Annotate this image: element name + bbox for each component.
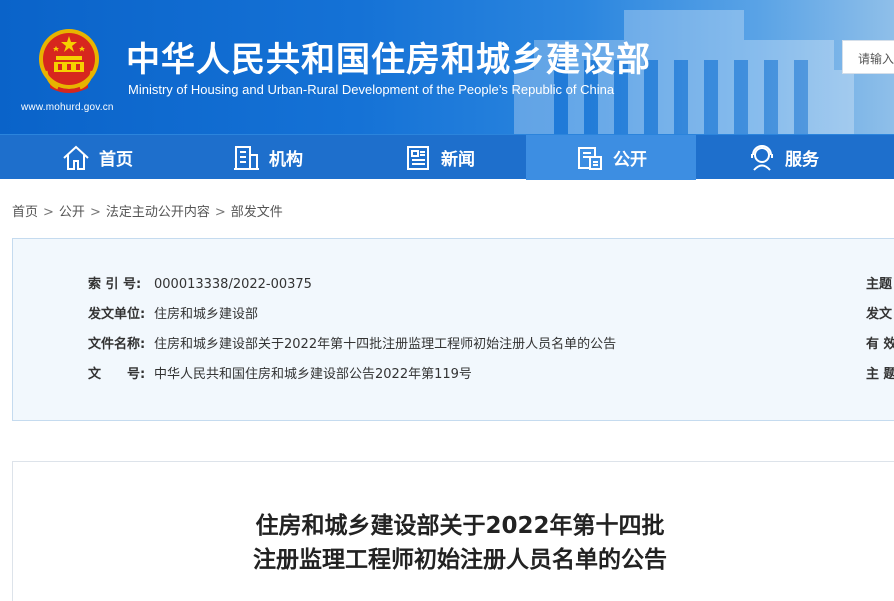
info-row-issuer: 发文单位: 住房和城乡建设部 xyxy=(88,303,258,322)
docname-label: 文件名称: xyxy=(88,337,146,352)
article-container: 住房和城乡建设部关于2022年第十四批 注册监理工程师初始注册人员名单的公告 xyxy=(12,461,894,601)
site-url: www.mohurd.gov.cn xyxy=(21,102,114,113)
document-icon xyxy=(578,146,602,170)
breadcrumb-public[interactable]: 公开 xyxy=(59,205,85,220)
main-nav: 首页 机构 新闻 公开 服务 xyxy=(0,134,894,180)
breadcrumb-home[interactable]: 首页 xyxy=(12,205,38,220)
service-icon xyxy=(751,144,773,171)
nav-label: 新闻 xyxy=(441,150,475,170)
issuer-label: 发文单位: xyxy=(88,307,146,322)
nav-item-news[interactable]: 新闻 xyxy=(354,135,524,180)
search-input[interactable]: 请输入 xyxy=(842,40,894,74)
newspaper-icon xyxy=(407,145,429,170)
info-row-docno: 文 号: 中华人民共和国住房和城乡建设部公告2022年第119号 xyxy=(88,363,472,382)
index-value: 000013338/2022-00375 xyxy=(154,277,312,292)
nav-label: 机构 xyxy=(269,150,303,170)
national-emblem-logo xyxy=(39,29,99,93)
docno-value: 中华人民共和国住房和城乡建设部公告2022年第119号 xyxy=(154,367,472,382)
info-row-docname: 文件名称: 住房和城乡建设部关于2022年第十四批注册监理工程师初始注册人员名单的… xyxy=(88,333,616,352)
right-label-topic: 主题 xyxy=(866,277,893,292)
document-info-panel: 索 引 号: 000013338/2022-00375 发文单位: 住房和城乡建设部… xyxy=(12,238,894,421)
nav-item-organization[interactable]: 机构 xyxy=(182,135,352,180)
site-title-cn[interactable]: 中华人民共和国住房和城乡建设部 xyxy=(126,32,651,81)
breadcrumb-statutory[interactable]: 法定主动公开内容 xyxy=(106,205,210,220)
right-label-subject: 主 题 xyxy=(866,367,894,382)
breadcrumb-separator: > xyxy=(89,205,101,220)
site-title-en: Ministry of Housing and Urban-Rural Deve… xyxy=(128,82,615,97)
nav-label: 首页 xyxy=(99,150,133,170)
article-title-line1: 住房和城乡建设部关于2022年第十四批 xyxy=(255,513,665,539)
header-banner: www.mohurd.gov.cn 中华人民共和国住房和城乡建设部 Minist… xyxy=(0,0,894,134)
docno-label: 文 号: xyxy=(88,367,146,382)
info-row-index: 索 引 号: 000013338/2022-00375 xyxy=(88,273,312,292)
right-label-validity: 有 效 xyxy=(866,337,894,352)
right-label-issue-date: 发文 xyxy=(866,307,893,322)
nav-item-service[interactable]: 服务 xyxy=(698,135,868,180)
issuer-value: 住房和城乡建设部 xyxy=(154,307,259,322)
nav-item-home[interactable]: 首页 xyxy=(12,135,182,180)
breadcrumb-documents[interactable]: 部发文件 xyxy=(231,205,283,220)
breadcrumb: 首页 > 公开 > 法定主动公开内容 > 部发文件 xyxy=(12,201,283,220)
home-icon xyxy=(63,145,89,170)
breadcrumb-separator: > xyxy=(214,205,226,220)
nav-label: 服务 xyxy=(785,150,819,170)
article-title-line2: 注册监理工程师初始注册人员名单的公告 xyxy=(253,547,667,573)
nav-item-public[interactable]: 公开 xyxy=(526,135,696,180)
index-label: 索 引 号: xyxy=(88,277,142,292)
building-icon xyxy=(234,145,259,170)
docname-value: 住房和城乡建设部关于2022年第十四批注册监理工程师初始注册人员名单的公告 xyxy=(154,337,617,352)
nav-label: 公开 xyxy=(613,150,647,170)
breadcrumb-separator: > xyxy=(43,205,54,220)
